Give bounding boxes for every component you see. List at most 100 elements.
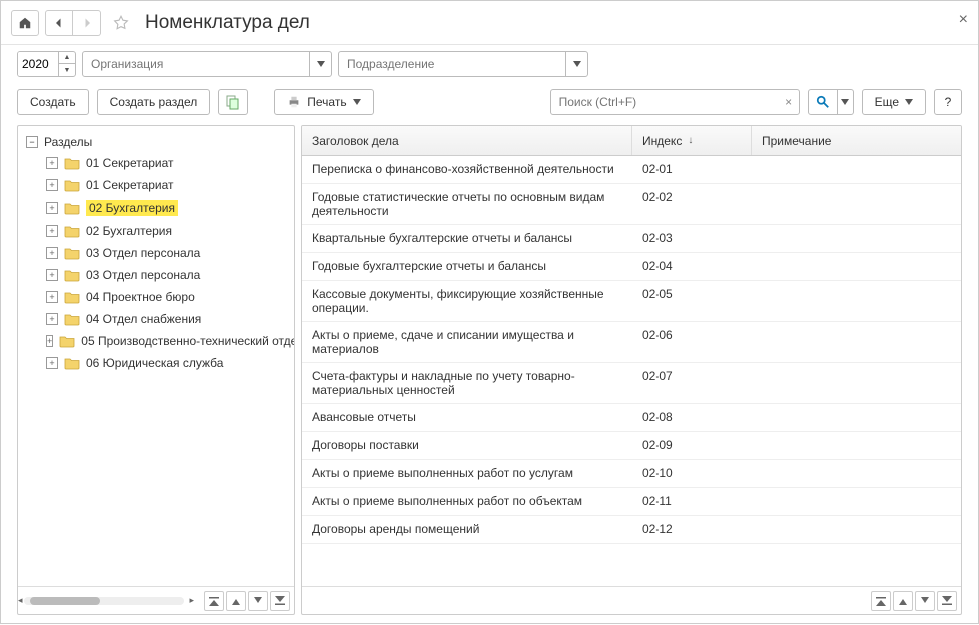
expand-icon[interactable]: + <box>46 291 58 303</box>
cell-index: 02-02 <box>632 190 752 204</box>
close-button[interactable]: × <box>959 11 968 29</box>
expand-icon[interactable]: + <box>46 269 58 281</box>
department-input[interactable] <box>339 52 565 76</box>
back-button[interactable] <box>45 10 73 36</box>
cell-title: Кассовые документы, фиксирующие хозяйств… <box>302 287 632 315</box>
expand-icon[interactable]: + <box>46 202 58 214</box>
search-input[interactable] <box>551 95 779 109</box>
tree-nav-last[interactable] <box>270 591 290 611</box>
organization-input[interactable] <box>83 52 309 76</box>
year-input-group: ▲ ▼ <box>17 51 76 77</box>
search-box[interactable]: × <box>550 89 800 115</box>
col-note[interactable]: Примечание <box>752 126 961 155</box>
cell-title: Переписка о финансово-хозяйственной деят… <box>302 162 632 176</box>
content-area: − Разделы +01 Секретариат+01 Секретариат… <box>1 125 978 625</box>
expand-icon[interactable]: + <box>46 247 58 259</box>
cell-index: 02-10 <box>632 466 752 480</box>
table-row[interactable]: Договоры поставки02-09 <box>302 432 961 460</box>
table-nav-first[interactable] <box>871 591 891 611</box>
cell-index: 02-01 <box>632 162 752 176</box>
tree-item[interactable]: +03 Отдел персонала <box>18 242 294 264</box>
table-nav-down[interactable] <box>915 591 935 611</box>
expand-icon[interactable]: + <box>46 225 58 237</box>
organization-combo[interactable] <box>82 51 332 77</box>
search-clear-icon[interactable]: × <box>779 95 799 109</box>
cell-title: Квартальные бухгалтерские отчеты и балан… <box>302 231 632 245</box>
chevron-down-icon <box>353 99 361 105</box>
cell-title: Договоры поставки <box>302 438 632 452</box>
table-body: Переписка о финансово-хозяйственной деят… <box>302 156 961 586</box>
scroll-thumb[interactable] <box>30 597 100 605</box>
collapse-icon[interactable]: − <box>26 136 38 148</box>
year-input[interactable] <box>18 52 58 76</box>
tree-item[interactable]: +04 Проектное бюро <box>18 286 294 308</box>
table-row[interactable]: Договоры аренды помещений02-12 <box>302 516 961 544</box>
cell-index: 02-07 <box>632 369 752 383</box>
tree-nav-first[interactable] <box>204 591 224 611</box>
table-row[interactable]: Авансовые отчеты02-08 <box>302 404 961 432</box>
table-row[interactable]: Акты о приеме выполненных работ по объек… <box>302 488 961 516</box>
tree-item[interactable]: +03 Отдел персонала <box>18 264 294 286</box>
expand-icon[interactable]: + <box>46 313 58 325</box>
tree-item[interactable]: +02 Бухгалтерия <box>18 196 294 220</box>
cell-title: Договоры аренды помещений <box>302 522 632 536</box>
create-section-button[interactable]: Создать раздел <box>97 89 211 115</box>
year-down[interactable]: ▼ <box>59 64 75 76</box>
table-nav-up[interactable] <box>893 591 913 611</box>
tree-item[interactable]: +04 Отдел снабжения <box>18 308 294 330</box>
table-row[interactable]: Акты о приеме, сдаче и списании имуществ… <box>302 322 961 363</box>
tree-item[interactable]: +05 Производственно-технический отдел <box>18 330 294 352</box>
print-button[interactable]: Печать <box>274 89 373 115</box>
table-row[interactable]: Счета-фактуры и накладные по учету товар… <box>302 363 961 404</box>
tree-item[interactable]: +01 Секретариат <box>18 152 294 174</box>
col-title[interactable]: Заголовок дела <box>302 126 632 155</box>
cell-index: 02-04 <box>632 259 752 273</box>
table-row[interactable]: Акты о приеме выполненных работ по услуг… <box>302 460 961 488</box>
title-bar: Номенклатура дел × <box>1 1 978 45</box>
table-footer <box>302 586 961 614</box>
create-button[interactable]: Создать <box>17 89 89 115</box>
expand-icon[interactable]: + <box>46 357 58 369</box>
table-row[interactable]: Квартальные бухгалтерские отчеты и балан… <box>302 225 961 253</box>
tree-item-label: 05 Производственно-технический отдел <box>81 334 294 348</box>
tree-item-label: 01 Секретариат <box>86 156 174 170</box>
table-nav-last[interactable] <box>937 591 957 611</box>
tree-nav-up[interactable] <box>226 591 246 611</box>
favorite-star-icon[interactable] <box>107 10 135 36</box>
department-combo[interactable] <box>338 51 588 77</box>
cell-title: Годовые бухгалтерские отчеты и балансы <box>302 259 632 273</box>
folder-icon <box>59 334 75 348</box>
forward-button[interactable] <box>73 10 101 36</box>
expand-icon[interactable]: + <box>46 157 58 169</box>
folder-icon <box>64 224 80 238</box>
more-button[interactable]: Еще <box>862 89 926 115</box>
table-row[interactable]: Годовые статистические отчеты по основны… <box>302 184 961 225</box>
tree-root[interactable]: − Разделы <box>18 132 294 152</box>
col-index[interactable]: Индекс ↓ <box>632 126 752 155</box>
table-row[interactable]: Переписка о финансово-хозяйственной деят… <box>302 156 961 184</box>
table-row[interactable]: Кассовые документы, фиксирующие хозяйств… <box>302 281 961 322</box>
toolbar: Создать Создать раздел Печать × Еще ? <box>1 83 978 125</box>
year-up[interactable]: ▲ <box>59 52 75 64</box>
expand-icon[interactable]: + <box>46 335 53 347</box>
folder-icon <box>64 156 80 170</box>
tree-item[interactable]: +02 Бухгалтерия <box>18 220 294 242</box>
help-button[interactable]: ? <box>934 89 962 115</box>
cell-title: Авансовые отчеты <box>302 410 632 424</box>
cell-index: 02-09 <box>632 438 752 452</box>
copy-button[interactable] <box>218 89 248 115</box>
tree-item[interactable]: +01 Секретариат <box>18 174 294 196</box>
expand-icon[interactable]: + <box>46 179 58 191</box>
folder-icon <box>64 312 80 326</box>
tree-nav-down[interactable] <box>248 591 268 611</box>
cell-index: 02-08 <box>632 410 752 424</box>
tree-item-label: 04 Проектное бюро <box>86 290 195 304</box>
tree-item[interactable]: +06 Юридическая служба <box>18 352 294 374</box>
home-button[interactable] <box>11 10 39 36</box>
search-button[interactable] <box>808 89 838 115</box>
search-dropdown[interactable] <box>838 89 854 115</box>
table-row[interactable]: Годовые бухгалтерские отчеты и балансы02… <box>302 253 961 281</box>
tree-hscroll[interactable]: ◂ ▸ <box>24 597 184 605</box>
organization-dropdown-icon[interactable] <box>309 52 331 76</box>
department-dropdown-icon[interactable] <box>565 52 587 76</box>
